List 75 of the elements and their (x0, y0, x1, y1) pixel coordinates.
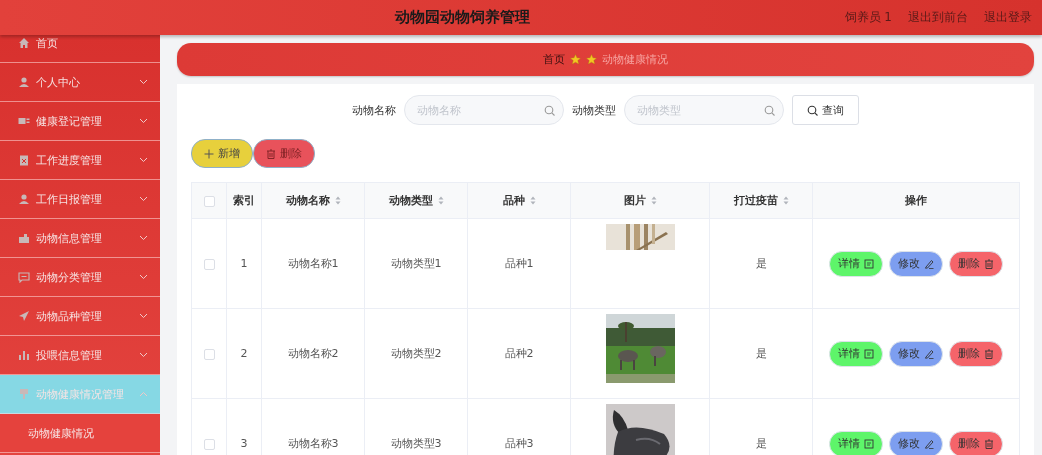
breadcrumb-link[interactable]: 首页 (543, 52, 565, 67)
sidebar-item[interactable]: 个人中心 (0, 63, 160, 102)
details-button[interactable]: 详情 (829, 340, 883, 367)
checkbox[interactable] (203, 348, 215, 360)
table-cell: 是 (709, 218, 813, 309)
delete-button[interactable]: 删除 (949, 250, 1003, 277)
clipboard-icon (18, 154, 30, 166)
user-name[interactable]: 饲养员 1 (844, 9, 892, 26)
table-cell: 品种1 (467, 218, 571, 309)
brush-icon (18, 388, 30, 400)
trash-icon (984, 438, 994, 449)
star-icon (586, 54, 597, 65)
checkbox[interactable] (203, 438, 215, 450)
document-icon (864, 438, 874, 449)
sidebar-item[interactable]: 健康登记管理 (0, 102, 160, 141)
sidebar-item[interactable]: 动物分类管理 (0, 258, 160, 297)
field-label: 动物名称 (351, 102, 396, 118)
plus-icon (204, 148, 214, 159)
user-icon (18, 76, 30, 88)
header-link[interactable]: 退出到前台 (908, 9, 968, 26)
table-cell: 动物名称2 (261, 308, 365, 399)
column-header[interactable]: 动物名称 (261, 182, 365, 219)
details-button[interactable]: 详情 (829, 430, 883, 455)
chat-icon (18, 271, 30, 283)
table-cell: 动物类型1 (364, 218, 468, 309)
sidebar-item[interactable]: 首页 (0, 35, 160, 63)
delete-button[interactable]: 删除 (949, 340, 1003, 367)
app-title: 动物园动物饲养管理 (393, 8, 531, 27)
column-header[interactable]: 动物类型 (364, 182, 468, 219)
breadcrumb-current: 动物健康情况 (602, 52, 668, 67)
user-icon (18, 193, 30, 205)
details-button[interactable]: 详情 (829, 250, 883, 277)
table-cell: 动物名称1 (261, 218, 365, 309)
paper-plane-icon (18, 310, 30, 322)
sidebar-item[interactable]: 工作进度管理 (0, 141, 160, 180)
pencil-icon (924, 438, 934, 449)
column-header: 索引 (226, 182, 262, 219)
sidebar-item[interactable]: 动物信息管理 (0, 219, 160, 258)
home-icon (18, 37, 30, 49)
table-cell: 是 (709, 308, 813, 399)
column-header[interactable]: 品种 (467, 182, 571, 219)
column-header[interactable]: 图片 (570, 182, 710, 219)
search-icon (763, 105, 775, 116)
sidebar-item[interactable]: 动物品种管理 (0, 297, 160, 336)
pencil-icon (924, 258, 934, 269)
briefcase-icon (18, 232, 30, 244)
star-icon (570, 54, 581, 65)
delete-button[interactable]: 删除 (253, 139, 315, 168)
table-cell: 品种2 (467, 308, 571, 399)
bar-chart-icon (18, 349, 30, 361)
search-button[interactable]: 查询 (791, 95, 859, 125)
id-card-icon (18, 115, 30, 127)
table-cell: 2 (226, 308, 262, 399)
add-button[interactable]: 新增 (191, 139, 253, 168)
trash-icon (266, 148, 276, 159)
header-link[interactable]: 退出登录 (984, 9, 1032, 26)
column-header[interactable]: 打过疫苗 (709, 182, 813, 219)
table-cell: 动物类型2 (364, 308, 468, 399)
trash-icon (984, 348, 994, 359)
edit-button[interactable]: 修改 (889, 250, 943, 277)
trash-icon (984, 258, 994, 269)
table-cell: 1 (226, 218, 262, 309)
checkbox[interactable] (203, 258, 215, 270)
delete-button[interactable]: 删除 (949, 430, 1003, 455)
document-icon (864, 348, 874, 359)
document-icon (864, 258, 874, 269)
edit-button[interactable]: 修改 (889, 340, 943, 367)
sidebar-item[interactable]: 工作日报管理 (0, 180, 160, 219)
column-header: 操作 (812, 182, 1020, 219)
search-icon (806, 104, 818, 116)
search-icon (543, 105, 555, 116)
pencil-icon (924, 348, 934, 359)
field-label: 动物类型 (571, 102, 616, 118)
edit-button[interactable]: 修改 (889, 430, 943, 455)
checkbox[interactable] (203, 195, 215, 207)
